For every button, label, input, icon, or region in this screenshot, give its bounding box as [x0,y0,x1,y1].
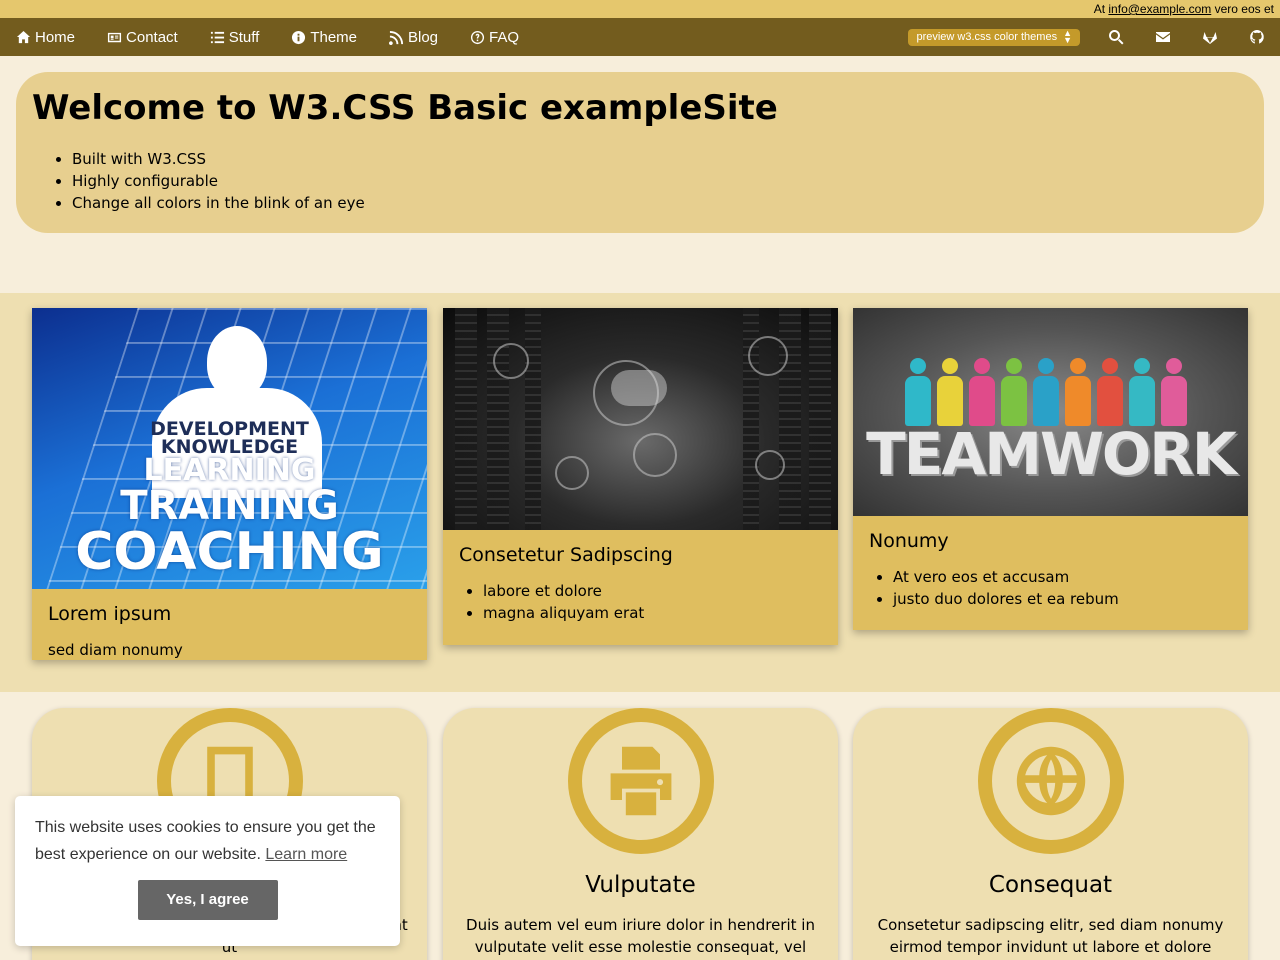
nav-home[interactable]: Home [0,18,91,56]
card-text: sed diam nonumy [48,641,183,659]
image-word: TRAINING [120,483,339,529]
github-icon [1249,30,1264,44]
main-navbar: Home Contact Stuff Theme Blog FAQ previe… [0,18,1280,56]
feature-text: Consetetur sadipscing elitr, sed diam no… [877,916,1224,956]
hero-title: Welcome to W3.CSS Basic exampleSite [32,88,778,128]
contact-card-icon [107,32,122,42]
nav-stuff[interactable]: Stuff [194,18,276,56]
gitlab-button[interactable] [1186,18,1233,56]
envelope-icon [1155,32,1170,42]
gitlab-icon [1202,32,1217,44]
server-room-image [443,308,838,530]
hero-bullet: Built with W3.CSS [72,148,1248,170]
image-word: COACHING [75,522,384,582]
hero-panel: Welcome to W3.CSS Basic exampleSite Buil… [16,72,1264,233]
card-title: Lorem ipsum [48,603,172,625]
search-button[interactable] [1092,18,1139,56]
teamwork-image: TEAMWORK [853,308,1248,516]
nav-theme-label: Theme [310,28,357,46]
card-bullet: labore et dolore [483,580,838,602]
nav-right-group: preview w3.css color themes ▲ ▼ [908,18,1280,56]
learn-more-link[interactable]: Learn more [265,846,347,863]
nav-home-label: Home [35,28,76,46]
card-nonumy[interactable]: TEAMWORK Nonumy At vero eos et accusam j… [853,308,1248,630]
nav-faq[interactable]: FAQ [454,18,535,56]
nav-stuff-label: Stuff [228,28,260,46]
cookie-message: This website uses cookies to ensure you … [35,814,380,868]
theme-select-value: preview w3.css color themes [916,30,1058,43]
mail-button[interactable] [1139,18,1186,56]
nav-blog[interactable]: Blog [373,18,454,56]
feature-card-vulputate: Vulputate Duis autem vel eum iriure dolo… [443,708,838,960]
home-icon [16,30,31,43]
top-info-strip: At info@example.com vero eos et [0,0,1280,18]
top-info-suffix: vero eos et [1214,2,1274,16]
question-icon [470,30,485,44]
top-info-prefix: At [1093,2,1106,16]
feature-title: Vulputate [585,872,696,898]
image-word: LEARNING [143,453,316,488]
search-icon [1108,30,1123,45]
email-link[interactable]: info@example.com [1108,2,1211,16]
image-word: TEAMWORK [866,420,1237,488]
feature-title: Consequat [988,872,1113,898]
coaching-image: DEVELOPMENT KNOWLEDGE LEARNING TRAINING … [32,308,427,589]
nav-contact[interactable]: Contact [91,18,194,56]
theme-select[interactable]: preview w3.css color themes ▲ ▼ [908,28,1080,46]
nav-theme[interactable]: Theme [275,18,373,56]
rss-icon [389,30,404,45]
cards-section: DEVELOPMENT KNOWLEDGE LEARNING TRAINING … [0,293,1280,692]
nav-faq-label: FAQ [489,28,520,46]
card-bullet: justo duo dolores et ea rebum [893,588,1248,610]
github-button[interactable] [1233,18,1280,56]
feature-card-consequat: Consequat Consetetur sadipscing elitr, s… [853,708,1248,960]
select-arrows-icon: ▲ ▼ [1063,28,1072,45]
nav-contact-label: Contact [126,28,178,46]
card-bullet: magna aliquyam erat [483,602,838,624]
card-bullet: At vero eos et accusam [893,566,1248,588]
cookie-banner: This website uses cookies to ensure you … [15,796,400,946]
agree-button[interactable]: Yes, I agree [137,880,278,920]
globe-icon [977,708,1124,854]
card-lorem-ipsum[interactable]: DEVELOPMENT KNOWLEDGE LEARNING TRAINING … [32,308,427,660]
card-bullet-list: labore et dolore magna aliquyam erat [483,568,838,624]
nav-blog-label: Blog [408,28,439,46]
info-icon [292,30,306,44]
card-bullet-list: At vero eos et accusam justo duo dolores… [893,554,1248,610]
hero-bullet: Highly configurable [72,170,1248,192]
feature-text: Duis autem vel eum iriure dolor in hendr… [466,916,815,956]
hero-feature-list: Built with W3.CSS Highly configurable Ch… [72,148,1248,214]
hero-bullet: Change all colors in the blink of an eye [72,192,1248,214]
printer-icon [567,708,714,854]
list-icon [210,31,224,43]
card-consetetur-sadipscing[interactable]: Consetetur Sadipscing labore et dolore m… [443,308,838,645]
card-title: Nonumy [869,530,949,552]
card-title: Consetetur Sadipscing [459,544,673,566]
